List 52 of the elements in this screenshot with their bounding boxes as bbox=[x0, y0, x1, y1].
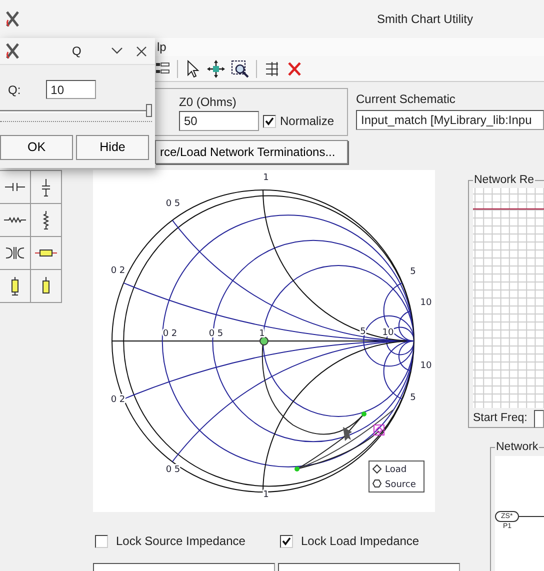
legend-label: Load bbox=[385, 465, 407, 475]
app-logo-icon bbox=[4, 10, 21, 28]
grid-icon[interactable] bbox=[264, 60, 280, 78]
field-label: Start Freq: bbox=[473, 411, 528, 426]
axis-label: 1 bbox=[263, 173, 269, 183]
axis-label: 0 2 bbox=[110, 266, 126, 276]
axis-label: 1 bbox=[263, 490, 269, 500]
zoom-icon[interactable] bbox=[231, 60, 249, 78]
axis-label: 0 2 bbox=[162, 329, 178, 339]
move-icon[interactable] bbox=[207, 60, 225, 78]
legend-box bbox=[368, 460, 424, 492]
q-field[interactable]: 10 bbox=[46, 80, 96, 99]
match-point bbox=[362, 412, 366, 416]
axis-label: 0 2 bbox=[110, 395, 126, 405]
field-label: Q: bbox=[8, 82, 21, 98]
terminations-button[interactable]: rce/Load Network Terminations... bbox=[155, 140, 348, 164]
legend-label: Source bbox=[385, 480, 416, 490]
axis-label: 10 bbox=[420, 361, 432, 371]
chevron-down-icon[interactable] bbox=[111, 46, 124, 56]
slider[interactable] bbox=[0, 104, 152, 124]
field-label: Current Schematic bbox=[356, 91, 456, 108]
pointer-icon[interactable] bbox=[185, 60, 201, 78]
axis-label: 0 5 bbox=[166, 465, 180, 475]
dialog-button[interactable]: OK bbox=[0, 135, 73, 160]
diamond-icon bbox=[372, 464, 382, 474]
checkbox-label: Lock Source Impedance bbox=[116, 533, 246, 550]
center-marker bbox=[260, 336, 268, 346]
z0-field[interactable]: 50 bbox=[179, 111, 259, 131]
checkbox[interactable] bbox=[280, 534, 293, 548]
window-title: Smith Chart Utility bbox=[376, 11, 473, 28]
axis-label: 10 bbox=[420, 298, 432, 308]
checkbox-label: Normalize bbox=[280, 113, 334, 130]
delete-icon[interactable] bbox=[286, 60, 303, 78]
axis-label: 5 bbox=[410, 393, 416, 403]
checkbox[interactable] bbox=[263, 114, 276, 128]
checkbox[interactable] bbox=[95, 534, 108, 548]
start-freq-field[interactable] bbox=[534, 410, 544, 428]
app-logo-icon bbox=[4, 42, 21, 60]
match-point bbox=[294, 466, 300, 472]
load-marker bbox=[374, 424, 384, 436]
hexagon-icon bbox=[372, 480, 382, 488]
checkbox-label: Lock Load Impedance bbox=[301, 533, 420, 550]
dialog-title: Q bbox=[72, 43, 82, 60]
schematic-field[interactable]: Input_match [MyLibrary_lib:Inpu bbox=[356, 110, 544, 130]
slider-thumb[interactable] bbox=[146, 104, 152, 117]
close-icon[interactable] bbox=[136, 46, 148, 56]
axis-label: 5 bbox=[410, 267, 416, 277]
menu-item[interactable]: lp bbox=[157, 38, 166, 56]
field-label: Z0 (Ohms) bbox=[179, 94, 238, 111]
cursor-icon bbox=[343, 427, 352, 441]
axis-label: 0 5 bbox=[166, 199, 180, 209]
dialog-button[interactable]: Hide bbox=[76, 135, 149, 160]
